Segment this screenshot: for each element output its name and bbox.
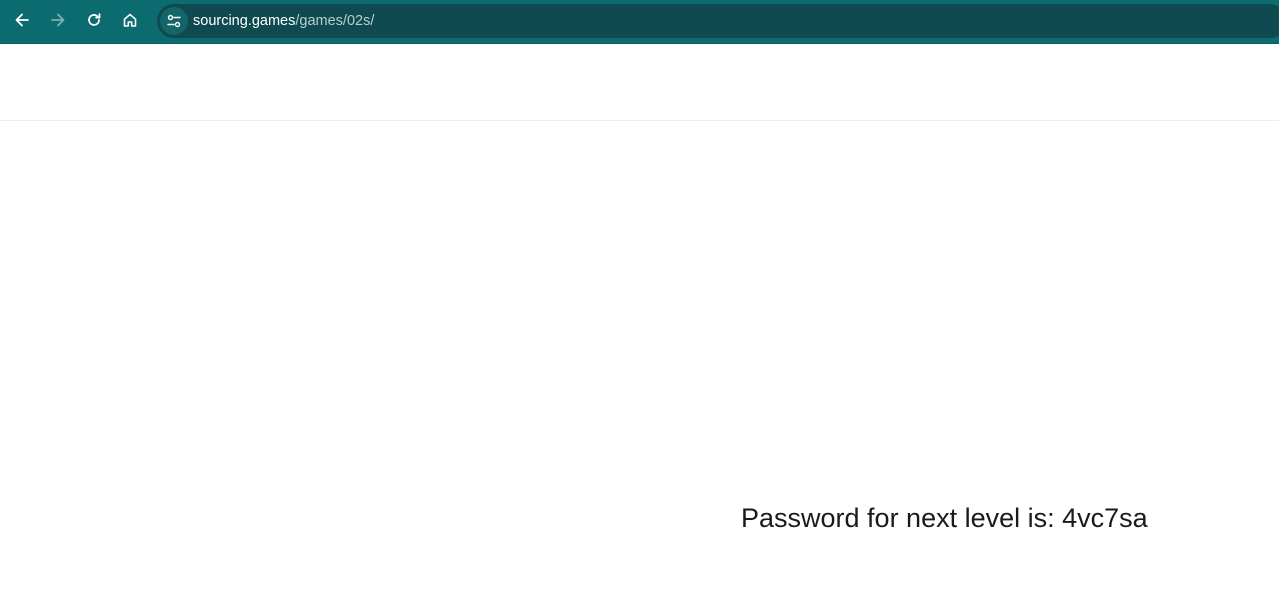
reload-button[interactable] [79,5,109,35]
url-path: /games/02s/ [295,13,375,29]
home-button[interactable] [115,5,145,35]
url-text[interactable]: sourcing.games/games/02s/ [193,13,374,29]
reload-icon [88,13,101,26]
page-header [0,44,1279,121]
browser-toolbar: sourcing.games/games/02s/ [0,0,1279,44]
home-icon [123,13,137,27]
arrow-left-icon [15,13,29,27]
address-bar[interactable]: sourcing.games/games/02s/ [157,4,1279,38]
site-info-button[interactable] [160,7,188,35]
password-message: Password for next level is: 4vc7sa [741,503,1148,533]
tune-icon [167,14,181,28]
forward-button[interactable] [43,5,73,35]
url-host: sourcing.games [193,13,296,29]
back-button[interactable] [7,5,37,35]
arrow-right-icon [51,13,65,27]
